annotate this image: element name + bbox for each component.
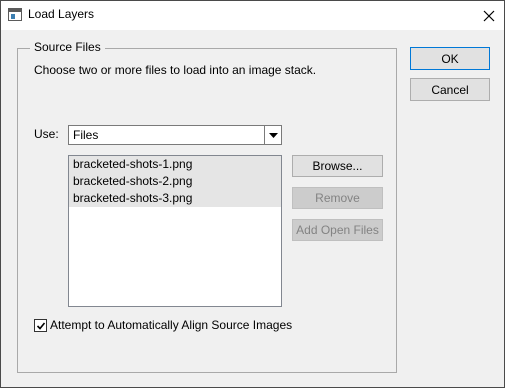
browse-button[interactable]: Browse...	[292, 155, 383, 177]
list-item[interactable]: bracketed-shots-3.png	[69, 190, 281, 207]
ok-button[interactable]: OK	[410, 47, 490, 70]
close-button[interactable]	[474, 1, 504, 30]
cancel-button[interactable]: Cancel	[410, 78, 490, 101]
source-files-group-label: Source Files	[30, 40, 105, 54]
remove-button[interactable]: Remove	[292, 187, 383, 209]
title-bar: Load Layers	[1, 1, 504, 30]
source-files-list[interactable]: bracketed-shots-1.png bracketed-shots-2.…	[68, 155, 282, 307]
align-checkbox-label: Attempt to Automatically Align Source Im…	[50, 318, 293, 332]
align-checkbox-row[interactable]: Attempt to Automatically Align Source Im…	[34, 319, 292, 332]
use-dropdown-value: Files	[73, 128, 99, 142]
load-layers-dialog: Load Layers Source Files Choose two or m…	[0, 0, 505, 388]
checkmark-icon	[36, 321, 45, 330]
use-dropdown[interactable]: Files	[68, 125, 282, 145]
source-files-description: Choose two or more files to load into an…	[34, 63, 317, 77]
window-app-icon	[8, 8, 22, 21]
close-icon	[483, 10, 495, 21]
use-dropdown-arrow[interactable]	[264, 126, 281, 144]
chevron-down-icon	[268, 132, 278, 138]
add-open-files-button[interactable]: Add Open Files	[292, 219, 383, 241]
list-item[interactable]: bracketed-shots-2.png	[69, 173, 281, 190]
list-item[interactable]: bracketed-shots-1.png	[69, 156, 281, 173]
align-checkbox[interactable]	[34, 319, 47, 332]
window-title: Load Layers	[28, 7, 95, 21]
use-label: Use:	[34, 127, 59, 141]
